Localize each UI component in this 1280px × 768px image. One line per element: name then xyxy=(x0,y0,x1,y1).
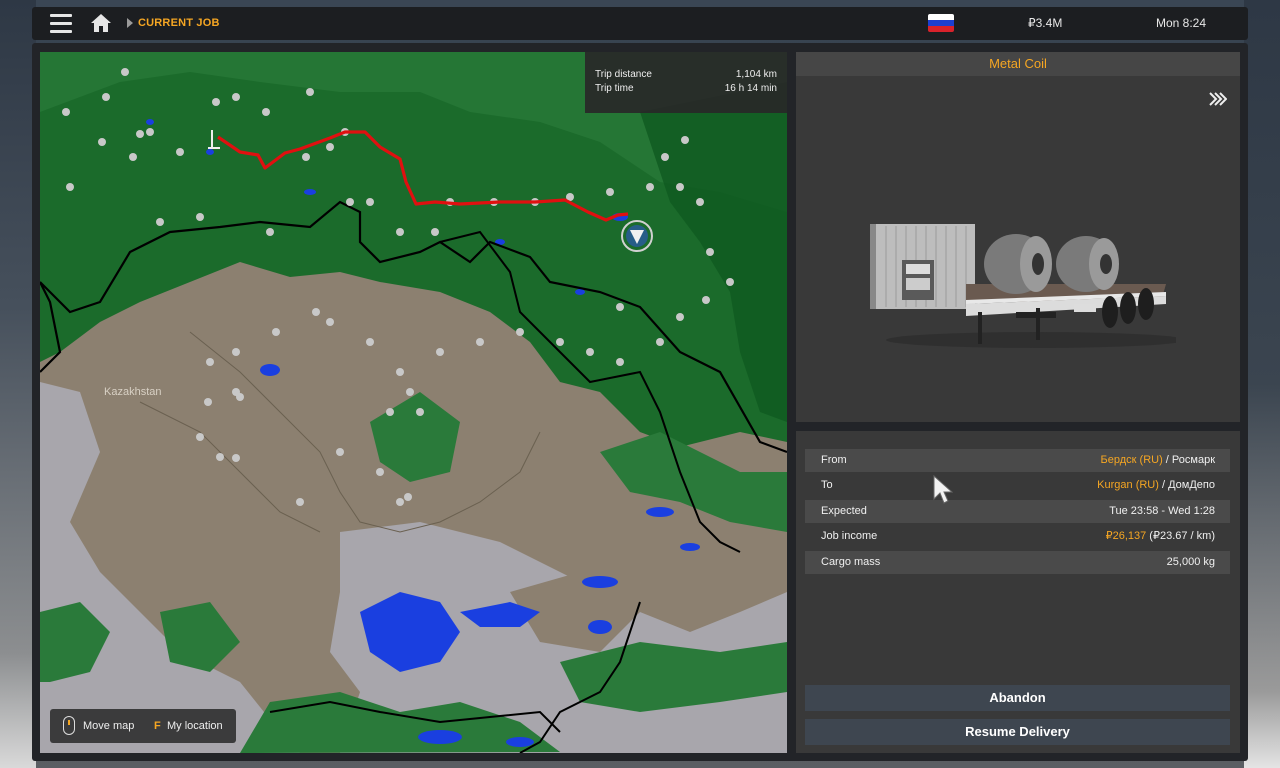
trip-time-value: 16 h 14 min xyxy=(724,83,777,94)
resume-delivery-button[interactable]: Resume Delivery xyxy=(805,719,1230,745)
cargo-preview-panel: Metal Coil xyxy=(796,52,1240,422)
mouse-cursor-icon xyxy=(933,475,953,504)
hamburger-menu-icon[interactable] xyxy=(50,14,72,33)
map-controls-hint: Move map F My location xyxy=(50,709,236,743)
game-clock: Mon 8:24 xyxy=(1156,16,1207,30)
from-label: From xyxy=(821,454,847,466)
from-company: / Росмарк xyxy=(1162,454,1215,466)
background-left xyxy=(0,0,36,768)
flatbed-trailer-image xyxy=(870,224,1176,348)
route-map[interactable]: Trip distance 1,104 km Trip time 16 h 14… xyxy=(40,52,787,753)
mouse-icon xyxy=(63,716,75,735)
income-rate: (₽23.67 / km) xyxy=(1146,530,1215,542)
map-terrain xyxy=(40,52,787,753)
trip-distance-label: Trip distance xyxy=(595,69,652,80)
top-bar: CURRENT JOB ₽3.4M Mon 8:24 xyxy=(32,7,1248,40)
home-icon[interactable] xyxy=(90,13,112,33)
income-amount: ₽26,137 xyxy=(1105,530,1147,542)
trip-distance-value: 1,104 km xyxy=(735,69,777,80)
abandon-button[interactable]: Abandon xyxy=(805,685,1230,711)
trip-summary-panel: Trip distance 1,104 km Trip time 16 h 14… xyxy=(585,52,787,113)
job-expected-row: Expected Tue 23:58 - Wed 1:28 xyxy=(805,500,1230,523)
breadcrumb-arrow-icon xyxy=(127,18,133,28)
move-map-hint: Move map xyxy=(83,720,135,732)
from-city: Бердск (RU) xyxy=(1100,454,1163,466)
job-from-row: From Бердск (RU) / Росмарк xyxy=(805,449,1230,472)
expected-value: Tue 23:58 - Wed 1:28 xyxy=(1109,505,1215,517)
cargo-name: Metal Coil xyxy=(796,52,1240,76)
location-key-hint: F xyxy=(154,720,161,732)
mass-value: 25,000 kg xyxy=(1166,556,1215,568)
to-company: / ДомДепо xyxy=(1158,479,1215,491)
breadcrumb-current-job[interactable]: CURRENT JOB xyxy=(138,17,220,29)
money-balance: ₽3.4M xyxy=(1028,16,1063,30)
trip-time-label: Trip time xyxy=(595,83,634,94)
job-details-panel: From Бердск (RU) / Росмарк To Kurgan (RU… xyxy=(796,431,1240,753)
background-right xyxy=(1244,0,1280,768)
map-region-label: Kazakhstan xyxy=(104,386,162,398)
income-value: ₽26,137 (₽23.67 / km) xyxy=(1106,525,1215,548)
job-mass-row: Cargo mass 25,000 kg xyxy=(805,551,1230,574)
income-label: Job income xyxy=(821,530,878,542)
mass-label: Cargo mass xyxy=(821,556,881,568)
expected-label: Expected xyxy=(821,505,867,517)
to-city: Kurgan (RU) xyxy=(1097,479,1159,491)
fast-forward-icon[interactable] xyxy=(1209,92,1227,106)
russia-flag-icon xyxy=(928,14,954,32)
to-label: To xyxy=(821,479,833,491)
to-value: Kurgan (RU) / ДомДепо xyxy=(1097,474,1215,497)
from-value: Бердск (RU) / Росмарк xyxy=(1101,449,1215,472)
job-income-row: Job income ₽26,137 (₽23.67 / km) xyxy=(805,525,1230,548)
my-location-hint[interactable]: My location xyxy=(167,720,223,732)
job-to-row: To Kurgan (RU) / ДомДепо xyxy=(805,474,1230,497)
